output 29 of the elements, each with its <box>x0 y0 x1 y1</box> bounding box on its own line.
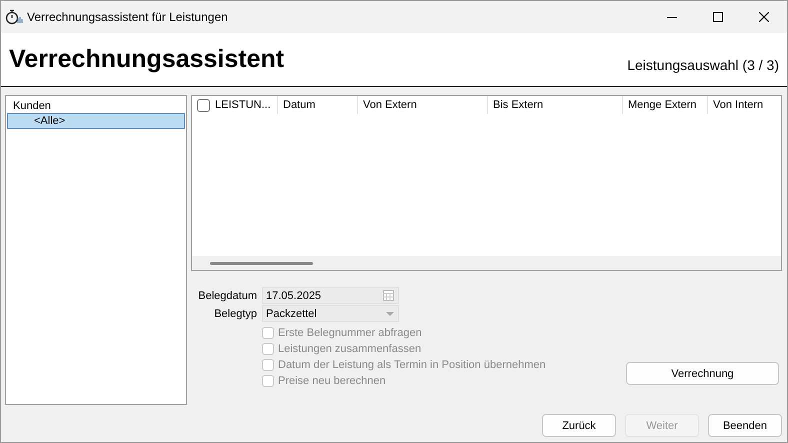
checkbox[interactable] <box>197 98 210 112</box>
column-header[interactable]: Von Extern <box>358 96 488 114</box>
close-icon[interactable] <box>759 12 769 22</box>
calendar-icon[interactable] <box>383 290 394 301</box>
field-label: Belegdatum <box>197 290 257 302</box>
checkbox-label: Erste Belegnummer abfragen <box>278 327 422 339</box>
date-field[interactable]: 17.05.2025 <box>262 287 399 304</box>
column-header[interactable]: Bis Extern <box>488 96 623 114</box>
dropdown-caret-icon[interactable] <box>386 312 394 316</box>
customer-item[interactable]: <Alle> <box>7 113 185 129</box>
column-header[interactable]: LEISTUN... <box>192 96 278 114</box>
checkbox-label: Preise neu berechnen <box>278 375 386 387</box>
stopwatch-icon <box>5 9 23 25</box>
column-header[interactable]: Menge Extern <box>623 96 708 114</box>
maximize-icon[interactable] <box>713 12 723 22</box>
nav-button[interactable]: Zurück <box>542 414 616 437</box>
checkbox-label: Datum der Leistung als Termin in Position übernehmen <box>278 359 546 371</box>
window-title: Verrechnungsassistent für Leistungen <box>27 10 229 24</box>
column-header[interactable]: Datum <box>278 96 358 114</box>
type-dropdown[interactable]: Packzettel <box>262 305 399 322</box>
scrollbar-thumb[interactable] <box>210 262 313 264</box>
field-label: Belegtyp <box>213 308 257 320</box>
nav-button[interactable]: Beenden <box>708 414 782 437</box>
billing-button[interactable]: Verrechnung <box>626 362 779 385</box>
wizard-title: Verrechnungsassistent <box>9 45 284 74</box>
step-indicator: Leistungsauswahl (3 / 3) <box>627 56 779 72</box>
checkbox-label: Leistungen zusammenfassen <box>278 343 422 355</box>
list-heading: Kunden <box>12 99 52 113</box>
column-header[interactable]: Von Intern <box>708 96 781 114</box>
